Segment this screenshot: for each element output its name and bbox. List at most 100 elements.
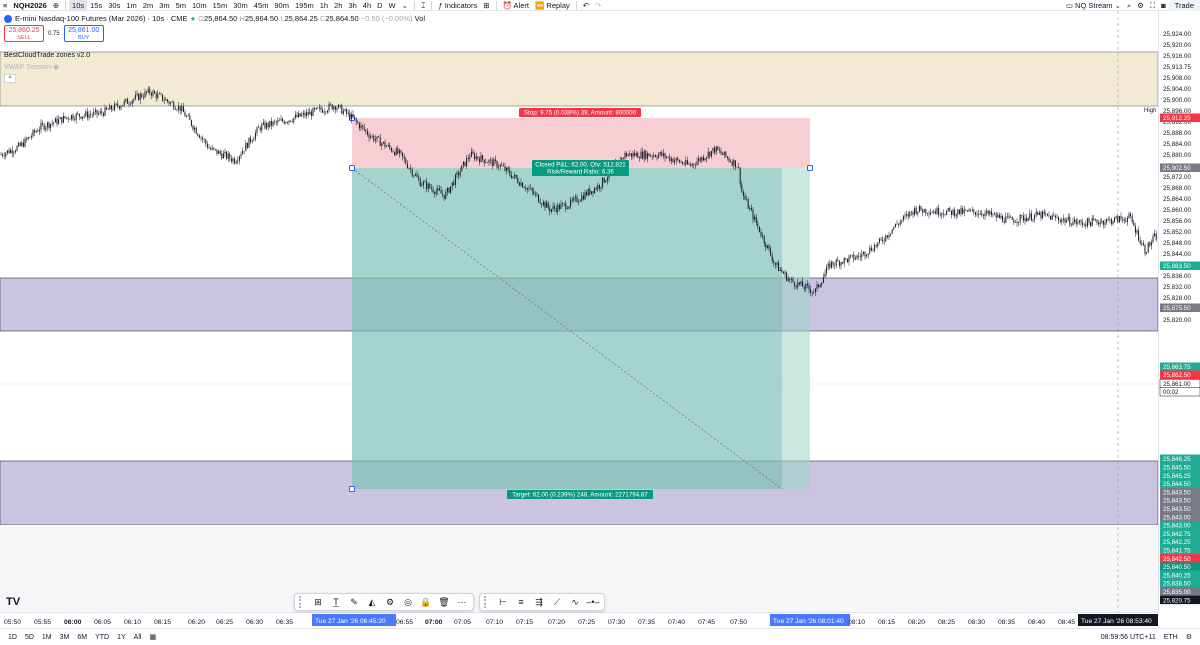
brush-icon[interactable]: ∿ bbox=[566, 593, 584, 611]
templates-icon[interactable]: ⊞ bbox=[480, 0, 492, 11]
chart-pane[interactable]: Stop: 9.75 (0.038%) 39, Amount: 800000 Cl… bbox=[0, 11, 1158, 612]
timeframe-45m[interactable]: 45m bbox=[251, 0, 272, 11]
bar-type-icon[interactable]: ⌶ bbox=[418, 0, 429, 11]
undo-icon[interactable]: ↶ bbox=[580, 0, 592, 11]
candle-body bbox=[358, 123, 360, 129]
timeframe-4h[interactable]: 4h bbox=[360, 0, 374, 11]
menu-icon[interactable]: ≡ bbox=[0, 0, 10, 11]
candle-body bbox=[658, 154, 660, 158]
trash-icon[interactable]: 🗑 bbox=[435, 593, 453, 611]
position-handle[interactable] bbox=[349, 165, 355, 171]
range-YTD[interactable]: YTD bbox=[91, 634, 113, 641]
text-icon[interactable]: T̲ bbox=[327, 593, 345, 611]
candle-body bbox=[96, 109, 98, 115]
collapse-legend-button[interactable]: ^ bbox=[4, 74, 16, 83]
candle-body bbox=[302, 112, 304, 115]
drag-handle[interactable] bbox=[299, 596, 305, 608]
redo-icon[interactable]: ↷ bbox=[592, 0, 604, 11]
calendar-icon[interactable]: ▦ bbox=[145, 633, 160, 641]
tradingview-logo[interactable]: TV bbox=[6, 596, 20, 608]
eye-icon[interactable]: ◉ bbox=[53, 64, 59, 71]
timeframe-3m[interactable]: 3m bbox=[156, 0, 172, 11]
buy-button[interactable]: 25,861.00 BUY bbox=[63, 25, 104, 42]
timeframe-2h[interactable]: 2h bbox=[331, 0, 345, 11]
timeframe-2m[interactable]: 2m bbox=[140, 0, 156, 11]
timeframe-30m[interactable]: 30m bbox=[230, 0, 251, 11]
candle-body bbox=[82, 116, 84, 119]
settings-icon[interactable]: ⚙ bbox=[381, 593, 399, 611]
layout-button[interactable]: ▭ NQ Stream ⌄ bbox=[1063, 0, 1124, 11]
timeframe-195m[interactable]: 195m bbox=[292, 0, 317, 11]
price-axis[interactable]: 25,924.00 25,920.00 25,916.00 25,913.75 25,9… bbox=[1158, 11, 1200, 612]
line-color-icon[interactable]: ✎ bbox=[345, 593, 363, 611]
time-marker-entry[interactable]: Tue 27 Jan '26 06:45:20 bbox=[312, 614, 396, 626]
lock-icon[interactable]: 🔒 bbox=[417, 593, 435, 611]
gear-icon[interactable]: ⚙ bbox=[1186, 633, 1192, 641]
fill-color-icon[interactable]: ◭ bbox=[363, 593, 381, 611]
range-5D[interactable]: 5D bbox=[21, 634, 38, 641]
more-icon[interactable]: ⋯ bbox=[453, 593, 471, 611]
template-icon[interactable]: ⊞ bbox=[309, 593, 327, 611]
stop-label[interactable]: Stop: 9.75 (0.038%) 39, Amount: 800000 bbox=[519, 108, 641, 117]
price-axis-canvas[interactable]: 25,924.00 25,920.00 25,916.00 25,913.75 25,9… bbox=[1159, 11, 1200, 612]
range-1D[interactable]: 1D bbox=[4, 634, 21, 641]
time-axis-canvas[interactable]: 05:50 05:55 06:00 06:05 06:10 06:15 06:20 06:25… bbox=[0, 613, 1158, 629]
candle-body bbox=[701, 157, 703, 161]
sell-button[interactable]: 25,860.25 SELL bbox=[4, 25, 44, 42]
trade-button[interactable]: Trade bbox=[1168, 0, 1200, 11]
clock[interactable]: 08:59:56 UTC+11 bbox=[1101, 634, 1156, 641]
time-axis[interactable]: 05:50 05:55 06:00 06:05 06:10 06:15 06:20 06:25… bbox=[0, 612, 1158, 628]
symbol-title[interactable]: E-mini Nasdaq-100 Futures (Mar 2026) · 1… bbox=[15, 14, 188, 23]
fullscreen-icon[interactable]: ⛶ bbox=[1147, 0, 1158, 11]
time-marker-exit[interactable]: Tue 27 Jan '26 08:01:40 bbox=[770, 614, 850, 626]
range-6M[interactable]: 6M bbox=[73, 634, 91, 641]
indicators-button[interactable]: ƒ Indicators bbox=[435, 0, 480, 11]
timeframe-30s[interactable]: 30s bbox=[105, 0, 123, 11]
chart-canvas[interactable]: Stop: 9.75 (0.038%) 39, Amount: 800000Cl… bbox=[0, 11, 1158, 612]
replay-button[interactable]: ⏪ Replay bbox=[532, 0, 573, 11]
symbol-search[interactable]: NQH2026 bbox=[10, 0, 49, 11]
timeframe-dropdown-icon[interactable]: ⌄ bbox=[399, 0, 411, 11]
timeframe-3h[interactable]: 3h bbox=[345, 0, 359, 11]
visibility-icon[interactable]: ◎ bbox=[399, 593, 417, 611]
indicator-bestcloudtrade[interactable]: BestCloudTrade zones v2.0 bbox=[4, 52, 90, 59]
horizontal-line-icon[interactable]: –•– bbox=[584, 593, 602, 611]
session-toggle[interactable]: ETH bbox=[1164, 634, 1178, 641]
candle-body bbox=[584, 192, 586, 200]
price-tag-text: 25,841.75 bbox=[1163, 548, 1191, 555]
rr-label[interactable]: Risk/Reward Ratio: 6.36 bbox=[532, 167, 629, 176]
drag-handle[interactable] bbox=[484, 596, 490, 608]
timeframe-90m[interactable]: 90m bbox=[271, 0, 292, 11]
timeframe-15m[interactable]: 15m bbox=[210, 0, 231, 11]
timeframe-5m[interactable]: 5m bbox=[173, 0, 189, 11]
position-handle[interactable] bbox=[349, 486, 355, 492]
range-All[interactable]: All bbox=[130, 634, 146, 641]
parallel-channel-icon[interactable]: ⇶ bbox=[530, 593, 548, 611]
time-marker-current[interactable]: Tue 27 Jan '26 08:53:40 bbox=[1078, 614, 1158, 626]
timeframe-W[interactable]: W bbox=[386, 0, 399, 11]
rr-label-text: Risk/Reward Ratio: 6.36 bbox=[547, 169, 614, 176]
position-handle[interactable] bbox=[807, 165, 813, 171]
indicator-vwap[interactable]: VWAP Session ◉ bbox=[4, 63, 59, 71]
candle-body bbox=[136, 93, 138, 95]
settings-icon[interactable]: ⚙ bbox=[1134, 0, 1147, 11]
price-tag: 00:02 bbox=[1159, 387, 1200, 397]
fib-icon[interactable]: ≡ bbox=[512, 593, 530, 611]
timeframe-1m[interactable]: 1m bbox=[123, 0, 139, 11]
timeframe-15s[interactable]: 15s bbox=[87, 0, 105, 11]
timeframe-D[interactable]: D bbox=[374, 0, 385, 11]
timeframe-10m[interactable]: 10m bbox=[189, 0, 210, 11]
path-icon[interactable]: ⟋ bbox=[548, 593, 566, 611]
camera-icon[interactable]: ◙ bbox=[1158, 0, 1169, 11]
range-1Y[interactable]: 1Y bbox=[113, 634, 130, 641]
timeframe-1h[interactable]: 1h bbox=[317, 0, 331, 11]
alert-button[interactable]: ⏰ Alert bbox=[500, 0, 532, 11]
range-3M[interactable]: 3M bbox=[56, 634, 74, 641]
timeframe-10s[interactable]: 10s bbox=[69, 0, 88, 11]
long-position-icon[interactable]: ⊢ bbox=[494, 593, 512, 611]
compare-symbol-button[interactable]: ⊕ bbox=[50, 0, 62, 11]
target-label[interactable]: Target: 62.00 (0.239%) 248, Amount: 2271… bbox=[507, 490, 653, 499]
range-1M[interactable]: 1M bbox=[38, 634, 56, 641]
candle-body bbox=[394, 152, 396, 156]
search-icon[interactable]: ⌕ bbox=[1124, 0, 1134, 11]
